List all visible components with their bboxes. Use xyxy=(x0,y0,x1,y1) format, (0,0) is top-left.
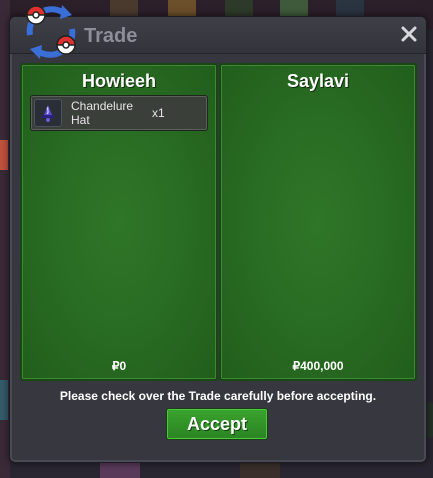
trade-dialog: Trade Howieeh Chandelure Hat x1 ₽0 Sayla… xyxy=(9,5,427,463)
trade-item-slot[interactable]: Chandelure Hat x1 xyxy=(30,95,208,131)
chandelure-hat-icon xyxy=(34,99,62,127)
item-name: Chandelure Hat xyxy=(71,99,134,127)
accept-button[interactable]: Accept xyxy=(166,408,268,440)
partner-player-name: Saylavi xyxy=(286,71,350,91)
map-tile xyxy=(240,462,280,478)
partner-offer-panel: Saylavi ₽400,000 xyxy=(219,63,417,381)
trade-swap-pokeball-icon xyxy=(20,1,82,63)
map-tile xyxy=(0,380,8,420)
my-offer-panel: Howieeh Chandelure Hat x1 ₽0 xyxy=(20,63,218,381)
my-money-offer: ₽0 xyxy=(111,359,127,373)
dialog-title: Trade xyxy=(84,25,138,47)
trade-notice: Please check over the Trade carefully be… xyxy=(59,389,377,403)
map-tile xyxy=(0,140,8,170)
partner-money-offer: ₽400,000 xyxy=(292,359,344,373)
item-quantity: x1 xyxy=(152,106,165,120)
map-tile xyxy=(100,462,140,478)
my-player-name: Howieeh xyxy=(81,71,156,91)
close-icon[interactable] xyxy=(400,25,418,43)
